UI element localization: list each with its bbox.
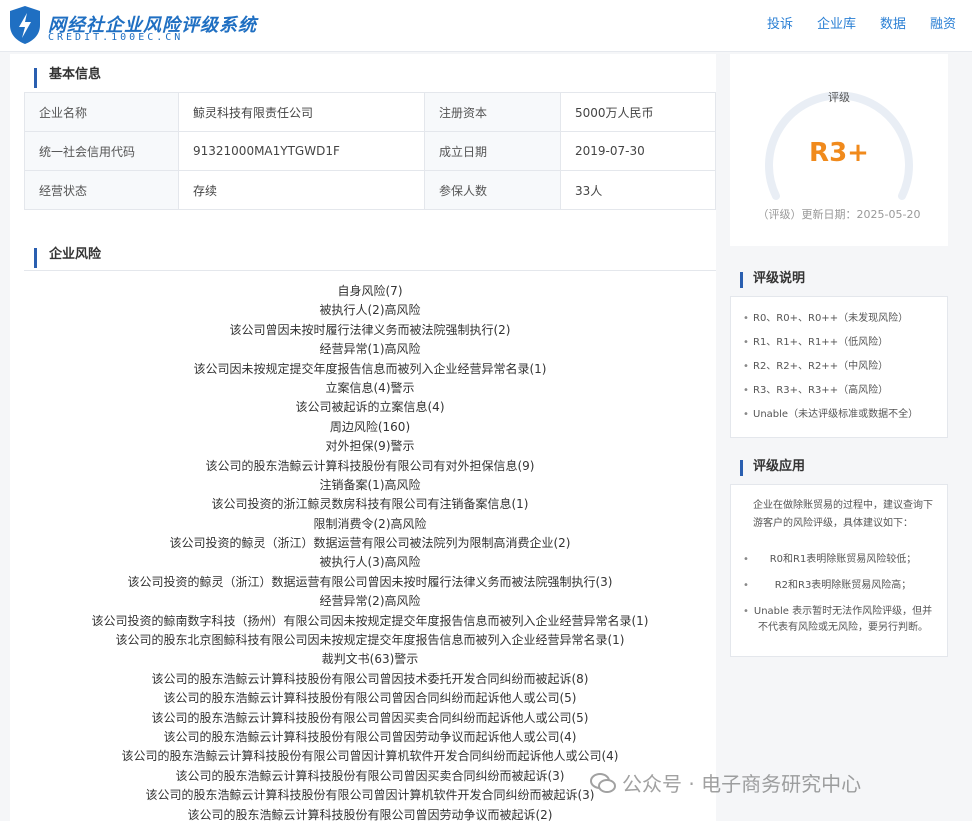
rating-label: 评级 — [828, 91, 850, 104]
rating-app-title: 评级应用 — [740, 460, 805, 476]
main-panel: 基本信息 企业名称 鲸灵科技有限责任公司 注册资本 5000万人民币 统一社会信… — [10, 54, 716, 821]
risk-item: 该公司的股东浩鲸云计算科技股份有限公司曾因技术委托开发合同纠纷而被起诉(8) — [151, 671, 589, 686]
list-item: R3、R3+、R3++（高风险） — [743, 379, 933, 403]
rating-app-box: 企业在做除账贸易的过程中，建议查询下游客户的风险评级，具体建议如下： R0和R1… — [730, 484, 948, 657]
list-item: R0和R1表明除账贸易风险较低； — [743, 547, 933, 573]
risk-item: 对外担保(9)警示 — [325, 439, 415, 454]
risk-item: 被执行人(2)高风险 — [319, 303, 421, 318]
wechat-icon — [590, 772, 616, 793]
risk-item: 立案信息(4)警示 — [325, 380, 415, 395]
cell-key: 企业名称 — [24, 92, 179, 132]
cell-key: 注册资本 — [424, 92, 561, 132]
cell-value: 5000万人民币 — [560, 92, 716, 132]
list-item: R2、R2+、R2++（中风险） — [743, 355, 933, 379]
risk-item: 该公司因未按规定提交年度报告信息而被列入企业经营异常名录(1) — [193, 361, 547, 376]
list-item: R0、R0+、R0++（未发现风险） — [743, 307, 933, 331]
watermark-text: 公众号 · 电子商务研究中心 — [622, 772, 862, 796]
rating-explain-list: R0、R0+、R0++（未发现风险）R1、R1+、R1++（低风险）R2、R2+… — [731, 297, 947, 427]
cell-key: 参保人数 — [424, 170, 561, 210]
risk-item: 该公司曾因未按时履行法律义务而被法院强制执行(2) — [229, 322, 511, 337]
watermark: 公众号 · 电子商务研究中心 — [590, 768, 861, 797]
logo-subtitle: CREDIT.100EC.CN — [48, 32, 184, 43]
risk-item: 该公司的股东浩鲸云计算科技股份有限公司曾因合同纠纷而起诉他人或公司(5) — [163, 691, 577, 706]
risk-list: 自身风险(7) 被执行人(2)高风险该公司曾因未按时履行法律义务而被法院强制执行(… — [24, 282, 716, 821]
risk-item: 被执行人(3)高风险 — [319, 555, 421, 570]
risk-item: 限制消费令(2)高风险 — [313, 516, 427, 531]
risk-item: 该公司投资的鲸灵（浙江）数据运营有限公司被法院列为限制高消费企业(2) — [169, 536, 571, 551]
risk-item: 裁判文书(63)警示 — [321, 652, 419, 667]
rating-app-list: R0和R1表明除账贸易风险较低；R2和R3表明除账贸易风险高；Unable 表示… — [731, 537, 947, 641]
table-row: 统一社会信用代码 91321000MA1YTGWD1F 成立日期 2019-07… — [24, 131, 716, 171]
list-item: Unable（未达评级标准或数据不全） — [743, 403, 933, 427]
table-row: 企业名称 鲸灵科技有限责任公司 注册资本 5000万人民币 — [24, 92, 716, 132]
nav-complaints[interactable]: 投诉 — [767, 13, 793, 32]
nav-financing[interactable]: 融资 — [930, 13, 956, 32]
cell-value: 91321000MA1YTGWD1F — [178, 131, 425, 171]
cell-key: 统一社会信用代码 — [24, 131, 179, 171]
rating-update-date: （评级）更新日期：2025-05-20 — [757, 208, 921, 221]
table-row: 经营状态 存续 参保人数 33人 — [24, 170, 716, 210]
main-nav: 投诉 企业库 数据 融资 — [767, 0, 956, 44]
rating-explain-box: R0、R0+、R0++（未发现风险）R1、R1+、R1++（低风险）R2、R2+… — [730, 296, 948, 438]
risk-item: 该公司投资的鲸南数字科技（扬州）有限公司因未按规定提交年度报告信息而被列入企业经… — [91, 613, 649, 628]
risk-item: 该公司的股东浩鲸云计算科技股份有限公司曾因劳动争议而被起诉(2) — [187, 807, 553, 821]
risk-item: 经营异常(2)高风险 — [319, 594, 421, 609]
rating-explain-title: 评级说明 — [740, 272, 805, 288]
cell-value: 存续 — [178, 170, 425, 210]
divider — [24, 270, 716, 271]
risk-item: 该公司的股东北京图鲸科技有限公司因未按规定提交年度报告信息而被列入企业经营异常名… — [115, 633, 625, 648]
risk-item: 该公司的股东浩鲸云计算科技股份有限公司曾因买卖合同纠纷而起诉他人或公司(5) — [151, 710, 589, 725]
cell-value: 鲸灵科技有限责任公司 — [178, 92, 425, 132]
rating-app-intro: 企业在做除账贸易的过程中，建议查询下游客户的风险评级，具体建议如下： — [753, 500, 933, 529]
risk-item: 该公司的股东浩鲸云计算科技股份有限公司曾因劳动争议而起诉他人或公司(4) — [163, 729, 577, 744]
nav-data[interactable]: 数据 — [880, 13, 906, 32]
list-item: R1、R1+、R1++（低风险） — [743, 331, 933, 355]
cell-key: 成立日期 — [424, 131, 561, 171]
risk-item: 注销备案(1)高风险 — [319, 477, 421, 492]
risk-item: 经营异常(1)高风险 — [319, 342, 421, 357]
risk-item: 该公司的股东浩鲸云计算科技股份有限公司曾因计算机软件开发合同纠纷而起诉他人或公司… — [121, 749, 619, 764]
basic-info-title: 基本信息 — [34, 68, 101, 88]
cell-value: 33人 — [560, 170, 716, 210]
cell-key: 经营状态 — [24, 170, 179, 210]
rating-value: R3+ — [809, 138, 869, 168]
risk-title: 企业风险 — [34, 248, 101, 268]
basic-info-table: 企业名称 鲸灵科技有限责任公司 注册资本 5000万人民币 统一社会信用代码 9… — [24, 92, 716, 210]
rating-panel: 评级 R3+ （评级）更新日期：2025-05-20 — [730, 54, 948, 246]
cell-value: 2019-07-30 — [560, 131, 716, 171]
nav-company-db[interactable]: 企业库 — [817, 13, 856, 32]
risk-item: 自身风险(7) — [337, 284, 403, 298]
list-item: Unable 表示暂时无法作风险评级，但并不代表有风险或无风险，要另行判断。 — [743, 599, 933, 641]
risk-item: 该公司被起诉的立案信息(4) — [295, 400, 445, 415]
site-logo[interactable]: 网经社企业风险评级系统 CREDIT.100EC.CN — [8, 5, 256, 47]
risk-item: 该公司投资的浙江鲸灵数房科技有限公司有注销备案信息(1) — [211, 497, 529, 512]
risk-item: 周边风险(160) — [329, 419, 411, 434]
risk-item: 该公司投资的鲸灵（浙江）数据运营有限公司曾因未按时履行法律义务而被法院强制执行(… — [127, 574, 613, 589]
shield-logo-icon — [10, 6, 40, 44]
list-item: R2和R3表明除账贸易风险高； — [743, 573, 933, 599]
risk-item: 该公司的股东浩鲸云计算科技股份有限公司有对外担保信息(9) — [205, 458, 535, 473]
top-header: 网经社企业风险评级系统 CREDIT.100EC.CN 投诉 企业库 数据 融资 — [0, 0, 972, 52]
